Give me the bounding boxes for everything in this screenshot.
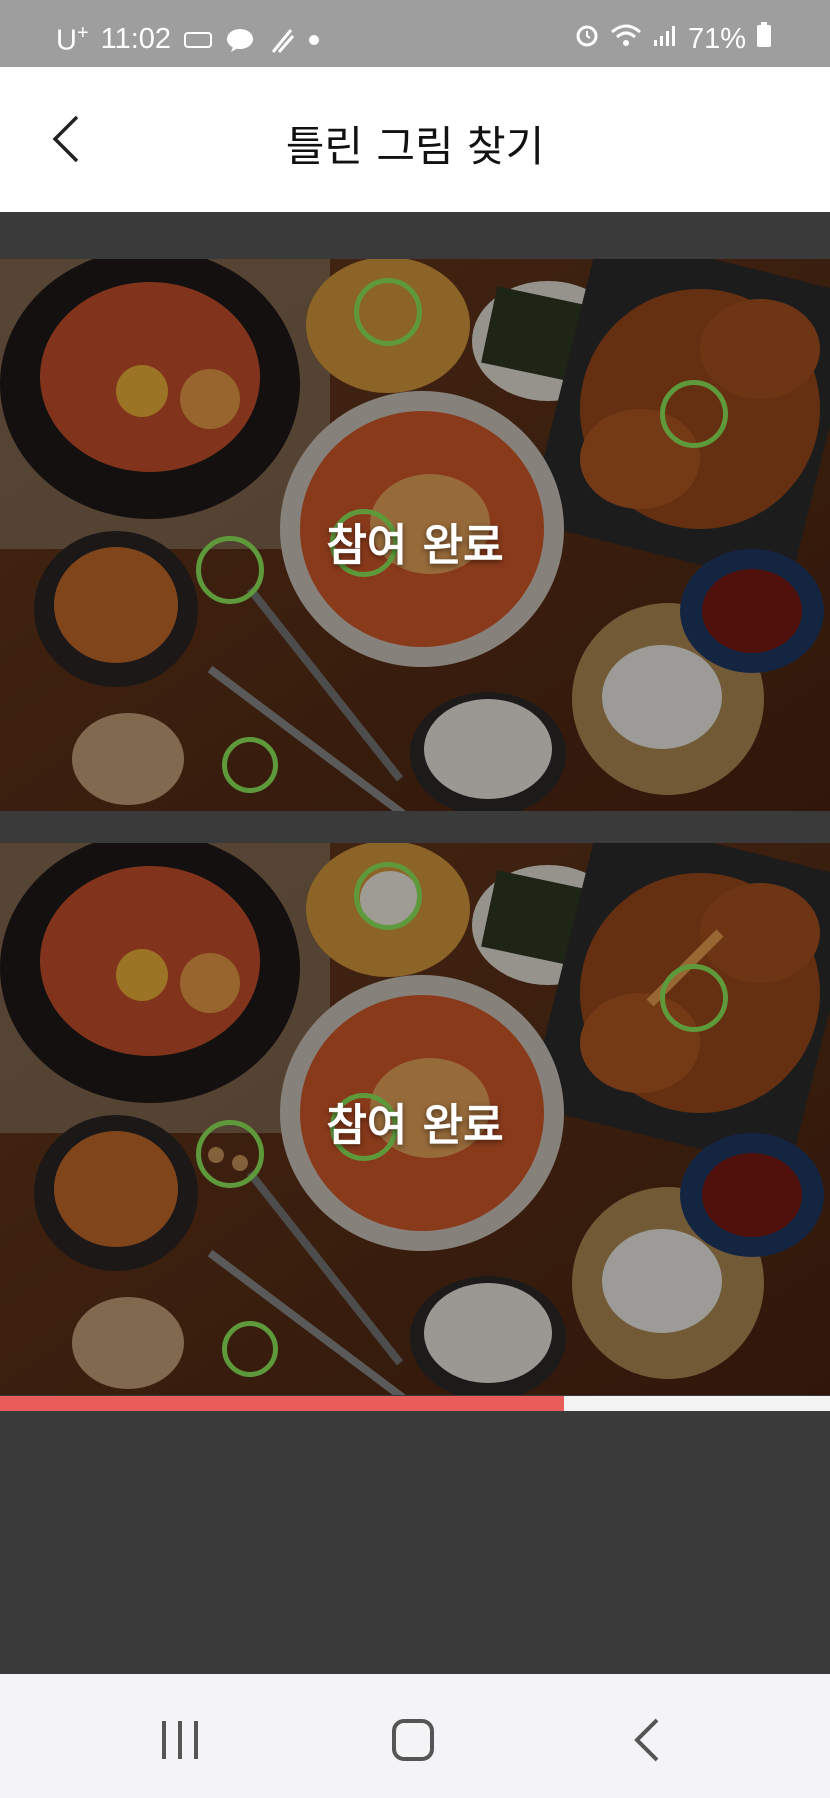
wifi-icon <box>610 22 642 56</box>
signal-icon <box>652 23 678 56</box>
battery-percent: 71% <box>687 22 746 55</box>
system-nav-bar <box>0 1674 830 1798</box>
carrier-text: U <box>56 24 77 57</box>
battery-icon <box>756 22 772 56</box>
home-icon <box>392 1719 434 1761</box>
participation-complete-label: 참여 완료 <box>326 1100 504 1151</box>
found-marker <box>660 380 728 448</box>
progress-fill <box>0 1396 565 1411</box>
found-marker <box>660 964 728 1032</box>
original-image-panel[interactable]: 참여 완료 <box>0 259 830 811</box>
carrier-sup: + <box>76 22 89 44</box>
status-right: 71% <box>574 22 772 56</box>
alarm-icon <box>574 22 600 56</box>
nav-back-icon <box>634 1718 659 1762</box>
found-marker <box>222 1321 278 1377</box>
home-button[interactable] <box>373 1710 453 1770</box>
cashfeed-icon <box>183 28 213 52</box>
progress-bar <box>0 1396 830 1411</box>
participation-complete-label: 참여 완료 <box>326 520 504 571</box>
page-title: 틀린 그림 찾기 <box>285 122 545 171</box>
notification-dot-icon <box>309 34 320 45</box>
carrier-label: U+ <box>56 22 89 58</box>
modified-image-panel[interactable]: 참여 완료 <box>0 843 830 1395</box>
recent-apps-button[interactable] <box>140 1710 220 1770</box>
status-left: U+ 11:02 <box>56 22 320 58</box>
found-marker <box>354 862 422 930</box>
status-bar: U+ 11:02 71% <box>0 0 830 67</box>
app-notification-icon <box>267 28 297 53</box>
nav-back-button[interactable] <box>607 1710 687 1770</box>
found-marker <box>222 737 278 793</box>
app-header: 틀린 그림 찾기 <box>0 67 830 212</box>
recent-apps-icon <box>162 1721 198 1759</box>
status-time: 11:02 <box>100 23 172 56</box>
found-marker <box>354 278 422 346</box>
talk-icon <box>225 28 255 52</box>
